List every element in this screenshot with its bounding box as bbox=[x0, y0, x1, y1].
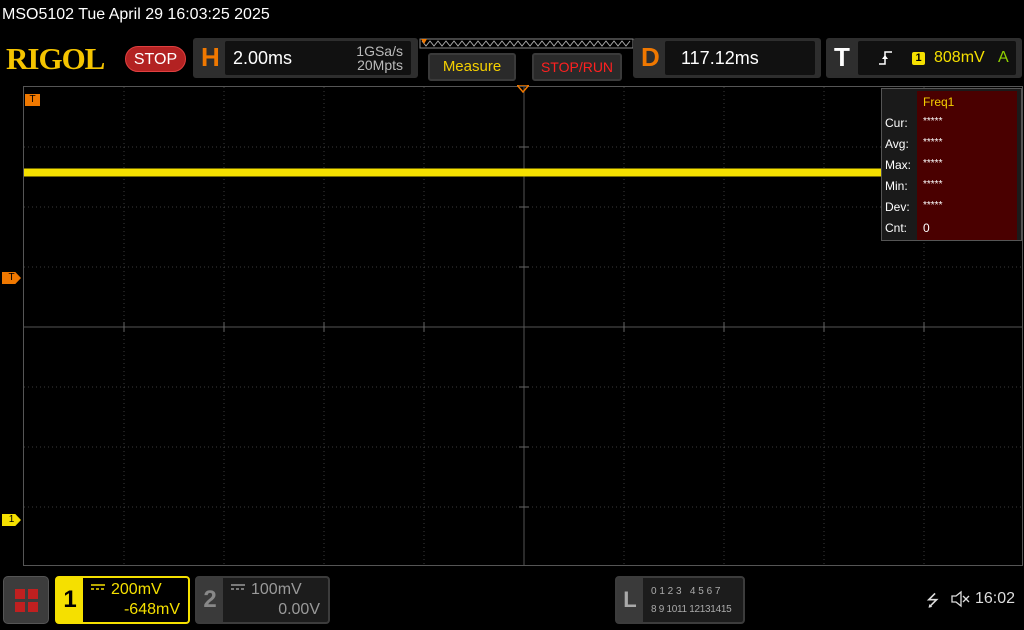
trigger-level-marker[interactable]: T bbox=[2, 272, 21, 284]
stop-run-button[interactable]: STOP/RUN bbox=[532, 53, 622, 81]
row-label: Cur: bbox=[885, 116, 908, 130]
trigger-position-marker[interactable]: T bbox=[25, 94, 40, 106]
delay-inner: 117.12ms bbox=[665, 41, 815, 75]
logic-channels-row1: 0 1 2 3 4 5 6 7 bbox=[651, 586, 721, 597]
row-value: 0 bbox=[923, 221, 930, 235]
row-value: ***** bbox=[923, 116, 943, 127]
ch1-ground-marker[interactable]: 1 bbox=[2, 514, 21, 526]
rising-edge-icon bbox=[879, 51, 892, 65]
horizontal-letter: H bbox=[201, 42, 220, 72]
row-label: Min: bbox=[885, 179, 908, 193]
bottom-bar: 1 200mV -648mV 2 100mV 0.00V L 0 1 2 3 4… bbox=[0, 572, 1024, 630]
dc-coupling-icon bbox=[91, 584, 105, 590]
horizontal-box[interactable]: H 2.00ms 1GSa/s 20Mpts bbox=[193, 38, 418, 78]
trigger-source: 1 bbox=[912, 52, 925, 65]
measure-button[interactable]: Measure bbox=[428, 53, 516, 81]
logic-channels-row2: 8 9 1011 12131415 bbox=[651, 604, 732, 615]
acquisition-info: 1GSa/s 20Mpts bbox=[356, 44, 403, 72]
row-value: ***** bbox=[923, 200, 943, 211]
row-label: Dev: bbox=[885, 200, 910, 214]
horizontal-inner: 2.00ms 1GSa/s 20Mpts bbox=[225, 41, 411, 75]
measurement-panel[interactable]: Freq1 Cur: ***** Avg: ***** Max: ***** M… bbox=[881, 88, 1022, 241]
memory-position-bar bbox=[418, 37, 635, 51]
ch1-trace bbox=[24, 169, 1022, 176]
logic-letter: L bbox=[617, 578, 643, 622]
channel1-scale: 200mV bbox=[111, 581, 162, 598]
measurement-row: Dev: ***** bbox=[885, 200, 1020, 216]
waveform-screen[interactable] bbox=[23, 86, 1023, 566]
trigger-box[interactable]: T 1 808mV A bbox=[826, 38, 1022, 78]
rigol-logo: RIGOL bbox=[6, 41, 105, 76]
row-value: ***** bbox=[923, 179, 943, 190]
channel1-number: 1 bbox=[57, 578, 83, 622]
run-state-badge[interactable]: STOP bbox=[125, 46, 186, 72]
measurement-row: Cur: ***** bbox=[885, 116, 1020, 132]
channel2-box[interactable]: 2 100mV 0.00V bbox=[195, 576, 330, 624]
logic-analyzer-box[interactable]: L 0 1 2 3 4 5 6 7 8 9 1011 12131415 bbox=[615, 576, 745, 624]
top-bar: RIGOL STOP H 2.00ms 1GSa/s 20Mpts Measur… bbox=[0, 35, 1024, 83]
measurement-row: Min: ***** bbox=[885, 179, 1020, 195]
title-bar: MSO5102 Tue April 29 16:03:25 2025 bbox=[0, 0, 1024, 30]
trigger-inner: 1 808mV A bbox=[858, 41, 1016, 75]
usb-icon: ⭍ bbox=[926, 593, 940, 610]
row-label: Max: bbox=[885, 158, 912, 172]
dc-coupling-icon bbox=[231, 584, 245, 590]
measurement-title: Freq1 bbox=[923, 95, 955, 109]
memory-position-icon bbox=[419, 38, 634, 49]
trigger-level: 808mV bbox=[934, 49, 985, 66]
trigger-mode: A bbox=[998, 49, 1009, 66]
measurement-row: Max: ***** bbox=[885, 158, 1020, 174]
row-value: ***** bbox=[923, 158, 943, 169]
delay-letter: D bbox=[641, 42, 660, 72]
row-label: Avg: bbox=[885, 137, 909, 151]
channel2-scale: 100mV bbox=[251, 581, 302, 598]
graticule bbox=[24, 87, 1022, 565]
timebase-value: 2.00ms bbox=[233, 48, 293, 68]
memory-depth: 20Mpts bbox=[357, 57, 403, 73]
trigger-time-marker-icon[interactable] bbox=[517, 85, 529, 93]
menu-grid-icon bbox=[15, 589, 25, 599]
delay-box[interactable]: D 117.12ms bbox=[633, 38, 821, 78]
row-label: Cnt: bbox=[885, 221, 908, 235]
sample-rate: 1GSa/s bbox=[356, 43, 403, 59]
channel1-offset: -648mV bbox=[123, 601, 180, 618]
delay-value: 117.12ms bbox=[681, 48, 759, 68]
trigger-letter: T bbox=[834, 42, 850, 72]
channel2-number: 2 bbox=[197, 578, 223, 622]
measurement-row: Avg: ***** bbox=[885, 137, 1020, 153]
channel1-box[interactable]: 1 200mV -648mV bbox=[55, 576, 190, 624]
main-menu-button[interactable] bbox=[3, 576, 49, 624]
speaker-muted-icon[interactable] bbox=[950, 590, 970, 608]
system-clock: 16:02 bbox=[975, 590, 1016, 607]
channel2-offset: 0.00V bbox=[278, 601, 320, 618]
row-value: ***** bbox=[923, 137, 943, 148]
measurement-row: Cnt: 0 bbox=[885, 221, 1020, 237]
